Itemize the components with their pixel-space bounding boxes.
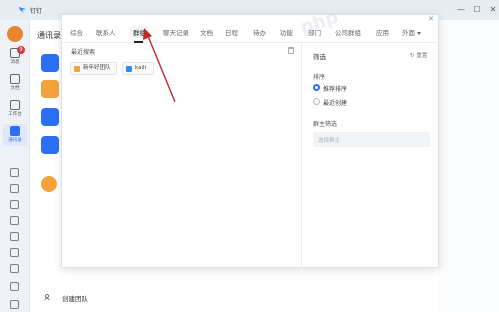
close-window-button[interactable]: ✕	[487, 4, 499, 16]
chip-label: 新年好团队	[83, 65, 111, 71]
rail-item-messages[interactable]: 消息	[3, 46, 27, 68]
reset-label: 重置	[416, 53, 428, 59]
contact-group-icon[interactable]	[41, 54, 59, 72]
trash-icon[interactable]	[288, 47, 294, 54]
create-team-icon	[44, 294, 50, 300]
rail-item-label: 工作台	[8, 112, 22, 117]
tab-calendar[interactable]: 日程	[225, 27, 238, 37]
rail-item-label: 消息	[10, 60, 20, 65]
rail-item-label: 通讯录	[8, 138, 22, 143]
sort-radio-recommended[interactable]	[313, 84, 320, 91]
workbench-icon	[10, 100, 20, 110]
tab-apps[interactable]: 应用	[376, 27, 389, 37]
panel-divider	[301, 43, 302, 269]
tab-all[interactable]: 综合	[70, 27, 83, 37]
favorites-icon[interactable]	[10, 248, 19, 257]
email-icon[interactable]	[10, 264, 19, 273]
filter-title: 筛选	[313, 53, 326, 61]
pin-icon[interactable]	[10, 232, 19, 241]
tab-groups[interactable]: 群组	[130, 26, 149, 38]
create-team-link[interactable]: 创建团队	[62, 293, 88, 303]
contact-group-icon[interactable]	[41, 108, 59, 126]
tab-more-dropdown[interactable]: 外面	[402, 27, 421, 37]
contacts-icon	[10, 126, 20, 136]
rail-item-documents[interactable]: 文档	[3, 72, 27, 94]
sort-label: 排序	[313, 74, 326, 81]
rail-item-contacts[interactable]: 通讯录	[3, 124, 27, 146]
search-tabs: 综合 联系人 群组 聊天记录 文档 日程 待办 功能 部门 公司群组 应用 外面	[62, 23, 440, 43]
phone-icon[interactable]	[10, 184, 19, 193]
background-panel	[439, 20, 499, 312]
task-icon[interactable]	[10, 216, 19, 225]
sort-option-label[interactable]: 最近创建	[323, 98, 347, 107]
reset-button[interactable]: ↻ 重置	[410, 51, 427, 59]
app-name: 钉钉	[30, 8, 43, 15]
tab-company-groups[interactable]: 公司群组	[335, 27, 361, 37]
contact-group-icon[interactable]	[41, 80, 59, 98]
group-icon	[126, 66, 132, 72]
rail-item-label: 文档	[10, 86, 20, 91]
settings-icon[interactable]	[10, 282, 19, 291]
team-coin-icon	[41, 176, 57, 192]
left-rail: 9 消息 文档 工作台 通讯录	[0, 20, 30, 312]
sort-option-label[interactable]: 推荐排序	[323, 84, 347, 93]
rail-item-workbench[interactable]: 工作台	[3, 98, 27, 120]
more-apps-icon[interactable]	[10, 300, 19, 309]
recent-search-label: 最近搜索	[71, 49, 96, 56]
chip-label: kaili	[135, 65, 147, 71]
tab-chat-history[interactable]: 聊天记录	[163, 27, 189, 37]
recent-search-chip[interactable]: kaili	[122, 62, 154, 75]
calendar-icon[interactable]	[10, 168, 19, 177]
document-icon	[10, 74, 20, 84]
owner-filter-label: 群主筛选	[313, 121, 338, 128]
maximize-button[interactable]: ☐	[471, 4, 483, 16]
minimize-button[interactable]: —	[455, 4, 467, 16]
contact-group-icon[interactable]	[41, 136, 59, 154]
tab-todo[interactable]: 待办	[253, 27, 266, 37]
mail-icon[interactable]	[10, 200, 19, 209]
recent-search-chip[interactable]: 新年好团队	[70, 62, 117, 75]
group-icon	[74, 66, 80, 72]
tab-docs[interactable]: 文档	[200, 27, 213, 37]
tab-features[interactable]: 功能	[280, 27, 293, 37]
dingtalk-logo-icon	[19, 7, 26, 13]
tab-contacts[interactable]: 联系人	[96, 27, 116, 37]
search-modal: ✕ 综合 联系人 群组 聊天记录 文档 日程 待办 功能 部门 公司群组 应用 …	[61, 14, 440, 269]
chat-icon	[10, 48, 20, 58]
owner-filter-input[interactable]: 选择群主	[313, 132, 430, 147]
reset-icon: ↻	[410, 53, 415, 59]
contacts-title: 通讯录	[37, 31, 61, 40]
active-tab-indicator	[134, 41, 143, 43]
sort-radio-recent[interactable]	[313, 98, 320, 105]
close-icon[interactable]: ✕	[428, 15, 434, 23]
user-avatar[interactable]	[7, 26, 23, 42]
